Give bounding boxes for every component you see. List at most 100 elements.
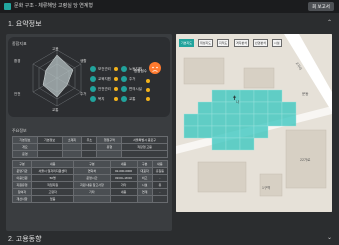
table-cell (136, 195, 153, 203)
indicator-label: 교육지원 (98, 77, 111, 81)
table-cell: 없음 (30, 195, 75, 203)
table-cell: 유형 (96, 143, 123, 151)
report-button[interactable]: 회 보고서 (308, 2, 334, 11)
table-cell: 서울시 일자리지원센터 (30, 167, 75, 175)
table-cell (121, 150, 168, 158)
table-cell: 고령자 (30, 188, 75, 196)
table-cell: 내용 (30, 160, 75, 168)
table-row: 기본정보 기본정보 소재지 주소 행정구역 서울특별시 종로구 (12, 136, 168, 144)
map-tool-basic[interactable]: 기본지도 (179, 39, 195, 47)
table-cell: 09:00~18:00 (109, 174, 138, 182)
indicator-badge (90, 96, 96, 102)
table-cell: 개선사항 (12, 195, 32, 203)
table-cell: 02-000-0000 (109, 167, 138, 175)
radar-axis-label: 고용 (52, 47, 59, 51)
table-cell: 소재지 (61, 136, 83, 144)
table-cell: 50명 (30, 174, 75, 182)
table-cell: 기타 (73, 188, 111, 196)
detail-table: 구분 내용 구분 내용 구분 내용 운영기관 서울시 일자리지원센터 연락처 0… (12, 160, 169, 203)
map-tool-cadastral[interactable]: 지적도 (217, 39, 230, 47)
table-cell: 대표자 (136, 167, 153, 175)
status-face-icon (146, 79, 150, 83)
top-bar: 문화 구조 - 체류해당 고령실 당 연계형 회 보고서 (0, 0, 339, 13)
table-cell (61, 150, 83, 158)
table-cell: 유 (151, 181, 169, 189)
radar-axis-label: 교통 (52, 108, 59, 112)
table-cell: 비고 (136, 174, 153, 182)
radar-axis-label: 생활 (80, 59, 87, 63)
status-face-icon (114, 77, 118, 81)
radar-axis-label: 주거 (80, 92, 87, 96)
risk-label: 종합점수 (134, 69, 147, 73)
table-cell: 시설 (136, 181, 153, 189)
table-cell: 내용 (109, 160, 138, 168)
map-tool-satellite[interactable]: 위성지도 (198, 39, 214, 47)
table-row: 개선사항 없음 (12, 195, 169, 203)
status-face-icon (146, 97, 150, 101)
radar-card: 종합지표 고용 생활 주거 교통 안전 환경 (8, 37, 170, 117)
indicator-label: 복지 (98, 97, 105, 101)
table-cell: 내용 (109, 188, 138, 196)
expand-chevron-icon[interactable]: ⌄ (327, 234, 332, 241)
map-view[interactable]: ✝ 나 2거리 문동 22가로 1구역 (176, 34, 332, 212)
info-table: 기본정보 기본정보 소재지 주소 행정구역 서울특별시 종로구 개요 유형 직장… (12, 136, 168, 158)
section-employment-title[interactable]: 2. 고용동향 (8, 234, 42, 244)
table-cell: 직접지원 (30, 181, 75, 189)
table-cell: - (151, 174, 169, 182)
indicator-label: 편의시설 (129, 87, 142, 91)
table-row: 운영기관 서울시 일자리지원센터 연락처 02-000-0000 대표자 홍길동 (12, 167, 169, 175)
indicator-label: 교통 (129, 97, 136, 101)
status-face-icon (114, 67, 118, 71)
radar-axis-label: 안전 (14, 92, 21, 96)
table-cell: 기타 (109, 181, 138, 189)
table-row: 참여자 고령자 기타 내용 연계 - (12, 188, 169, 196)
table-cell: 구분 (73, 160, 111, 168)
map-canvas[interactable]: ✝ (176, 34, 332, 212)
indicator-badge (90, 66, 96, 72)
radar-chart (32, 49, 82, 107)
table-cell: - (151, 188, 169, 196)
status-face-icon (146, 88, 150, 92)
table-cell: 주소 (81, 136, 98, 144)
map-label: 22가로 (300, 158, 311, 162)
table-cell: 연락처 (73, 167, 111, 175)
table-cell (151, 195, 169, 203)
app-title: 문화 구조 - 체류해당 고령실 당 연계형 (14, 3, 94, 9)
table-cell: 기본정보 (36, 136, 63, 144)
table-cell: 이용인원 (12, 174, 32, 182)
map-tool-facility[interactable]: 시설 (272, 39, 282, 47)
table-row: 지원유형 직접지원 지원 내용 참고사항 기타 시설 유 (12, 181, 169, 189)
collapse-chevron-icon[interactable]: ⌃ (327, 19, 332, 26)
map-tool-grid[interactable]: 격자분석 (234, 39, 250, 47)
table-cell (81, 150, 98, 158)
indicator-label: 보건관리 (98, 67, 111, 71)
table-row: 이용인원 50명 운영시간 09:00~18:00 비고 - (12, 174, 169, 182)
indicator-badge (121, 96, 127, 102)
table-cell (96, 150, 123, 158)
section-summary-title[interactable]: 1. 요약정보 (8, 19, 42, 29)
table-cell (109, 195, 138, 203)
map-label: 문동 (302, 92, 309, 96)
status-face-icon (114, 87, 118, 91)
table-cell: 내용 (151, 160, 169, 168)
map-label: 나 (236, 100, 240, 104)
table-cell: 개요 (12, 143, 38, 151)
radar-axis-label: 환경 (14, 59, 21, 63)
table-cell: 운영시간 (73, 174, 111, 182)
indicator-badge (121, 86, 127, 92)
table-cell (36, 143, 63, 151)
indicator-badge (121, 66, 127, 72)
table-cell: 지원유형 (12, 181, 32, 189)
map-label: 1구역 (262, 186, 271, 190)
table-row: 개요 유형 직장형 고용 (12, 143, 168, 151)
table-cell: 구분 (136, 160, 153, 168)
table-cell: 지원 내용 참고사항 (73, 181, 111, 189)
map-tool-radius[interactable]: 반경분석 (253, 39, 269, 47)
table-cell: 홍길동 (151, 167, 169, 175)
status-face-icon (114, 97, 118, 101)
table-cell: 기본정보 (12, 136, 38, 144)
risk-face-icon (149, 62, 161, 74)
table-cell (73, 195, 111, 203)
table-row: 구분 내용 구분 내용 구분 내용 (12, 160, 169, 168)
indicator-badge (90, 86, 96, 92)
